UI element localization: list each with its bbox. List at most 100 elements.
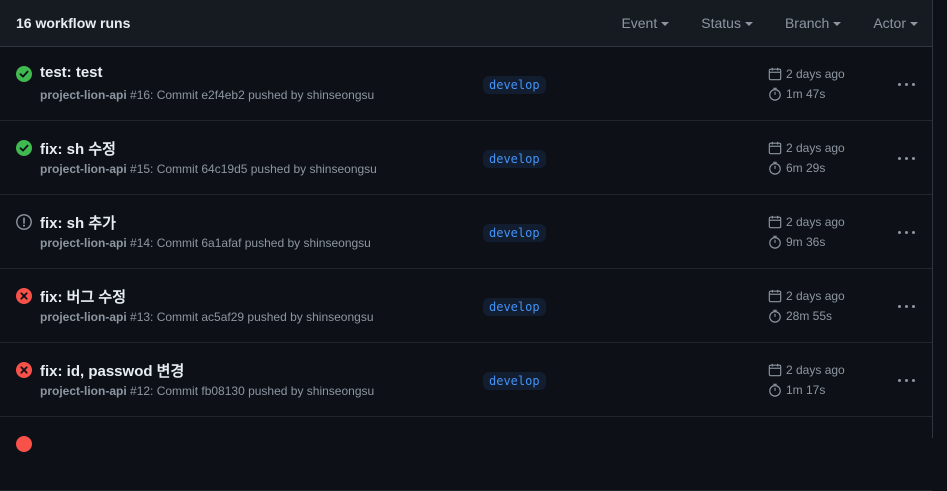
chevron-down-icon (910, 22, 918, 26)
more-options-button[interactable] (893, 224, 919, 240)
calendar-icon (768, 289, 782, 303)
actor-filter[interactable]: Actor (873, 15, 918, 31)
run-date: 2 days ago (768, 289, 845, 303)
kebab-dot-icon (911, 82, 915, 86)
alert-circle-icon (16, 214, 32, 230)
workflow-name: project-lion-api (40, 384, 127, 398)
run-date-text: 2 days ago (786, 363, 845, 377)
chevron-down-icon (661, 22, 670, 26)
run-date: 2 days ago (768, 141, 845, 155)
runs-count-title: 16 workflow runs (16, 15, 131, 31)
status-filter[interactable]: Status (701, 15, 753, 31)
workflow-runs-panel: 16 workflow runs Event Status Branch Act… (0, 0, 933, 491)
run-detail: #14: Commit 6a1afaf pushed by shinseongs… (130, 236, 371, 250)
calendar-icon (768, 363, 782, 377)
branch-badge[interactable]: develop (483, 372, 546, 390)
run-row[interactable]: fix: sh 추가 project-lion-api #14: Commit … (0, 195, 932, 269)
run-date-text: 2 days ago (786, 67, 845, 81)
run-duration: 9m 36s (768, 235, 825, 249)
runs-header: 16 workflow runs Event Status Branch Act… (0, 0, 932, 47)
run-duration-text: 9m 36s (786, 235, 826, 249)
run-title-link[interactable]: test: test (40, 64, 103, 81)
run-duration-text: 1m 47s (786, 87, 826, 101)
run-detail: #15: Commit 64c19d5 pushed by shinseongs… (130, 162, 377, 176)
check-circle-icon (16, 140, 32, 156)
run-date: 2 days ago (768, 215, 845, 229)
x-circle-icon (16, 436, 32, 452)
branch-badge[interactable]: develop (483, 150, 546, 168)
kebab-dot-icon (904, 82, 908, 86)
run-row-partial[interactable] (0, 417, 932, 491)
stopwatch-icon (769, 383, 781, 397)
kebab-dot-icon (904, 304, 908, 308)
run-meta: project-lion-api #14: Commit 6a1afaf pus… (40, 236, 371, 250)
status-filter-label: Status (701, 15, 741, 31)
kebab-dot-icon (911, 230, 915, 234)
run-title-link[interactable]: fix: sh 추가 (40, 212, 116, 233)
run-date: 2 days ago (768, 363, 845, 377)
kebab-dot-icon (911, 156, 915, 160)
x-circle-icon (16, 362, 32, 378)
workflow-name: project-lion-api (40, 88, 127, 102)
branch-badge[interactable]: develop (483, 224, 546, 242)
calendar-icon (768, 67, 782, 81)
run-row[interactable]: fix: sh 수정 project-lion-api #15: Commit … (0, 121, 932, 195)
run-meta: project-lion-api #12: Commit fb08130 pus… (40, 384, 374, 398)
stopwatch-icon (769, 87, 781, 101)
branch-badge[interactable]: develop (483, 298, 546, 316)
kebab-dot-icon (904, 230, 908, 234)
branch-filter[interactable]: Branch (784, 15, 842, 31)
more-options-button[interactable] (893, 372, 919, 388)
run-list: test: test project-lion-api #16: Commit … (0, 47, 932, 491)
run-duration: 1m 17s (768, 383, 825, 397)
actor-filter-label: Actor (873, 15, 906, 31)
kebab-dot-icon (911, 304, 915, 308)
check-circle-icon (16, 66, 32, 82)
run-title-link[interactable]: fix: sh 수정 (40, 138, 116, 159)
event-filter[interactable]: Event (621, 15, 670, 31)
run-detail: #13: Commit ac5af29 pushed by shinseongs… (130, 310, 374, 324)
run-title-link[interactable]: fix: id, passwod 변경 (40, 360, 184, 381)
run-duration-text: 1m 17s (786, 383, 826, 397)
run-title-link[interactable]: fix: 버그 수정 (40, 286, 126, 307)
run-duration-text: 28m 55s (786, 309, 833, 323)
more-options-button[interactable] (893, 150, 919, 166)
workflow-name: project-lion-api (40, 310, 127, 324)
stopwatch-icon (769, 161, 781, 175)
kebab-dot-icon (897, 82, 901, 86)
run-row[interactable]: test: test project-lion-api #16: Commit … (0, 47, 932, 121)
run-date-text: 2 days ago (786, 215, 845, 229)
run-duration: 1m 47s (768, 87, 825, 101)
run-meta: project-lion-api #13: Commit ac5af29 pus… (40, 310, 374, 324)
branch-filter-label: Branch (784, 15, 830, 31)
kebab-dot-icon (904, 156, 908, 160)
run-detail: #16: Commit e2f4eb2 pushed by shinseongs… (130, 88, 375, 102)
kebab-dot-icon (897, 230, 901, 234)
branch-badge[interactable]: develop (483, 76, 546, 94)
run-detail: #12: Commit fb08130 pushed by shinseongs… (130, 384, 375, 398)
run-duration: 28m 55s (768, 309, 832, 323)
run-date-text: 2 days ago (786, 141, 845, 155)
chevron-down-icon (744, 22, 753, 26)
kebab-dot-icon (897, 304, 901, 308)
kebab-dot-icon (911, 378, 915, 382)
more-options-button[interactable] (893, 76, 919, 92)
run-duration-text: 6m 29s (786, 161, 826, 175)
kebab-dot-icon (897, 378, 901, 382)
filter-bar: Event Status Branch Actor (621, 15, 932, 31)
run-row[interactable]: fix: 버그 수정 project-lion-api #13: Commit … (0, 269, 932, 343)
workflow-name: project-lion-api (40, 236, 127, 250)
run-meta: project-lion-api #15: Commit 64c19d5 pus… (40, 162, 377, 176)
workflow-name: project-lion-api (40, 162, 127, 176)
kebab-dot-icon (904, 378, 908, 382)
calendar-icon (768, 215, 782, 229)
event-filter-label: Event (621, 15, 658, 31)
run-date: 2 days ago (768, 67, 845, 81)
run-row[interactable]: fix: id, passwod 변경 project-lion-api #12… (0, 343, 932, 417)
stopwatch-icon (769, 235, 781, 249)
kebab-dot-icon (897, 156, 901, 160)
stopwatch-icon (769, 309, 781, 323)
run-date-text: 2 days ago (786, 289, 845, 303)
more-options-button[interactable] (893, 298, 919, 314)
x-circle-icon (16, 288, 32, 304)
